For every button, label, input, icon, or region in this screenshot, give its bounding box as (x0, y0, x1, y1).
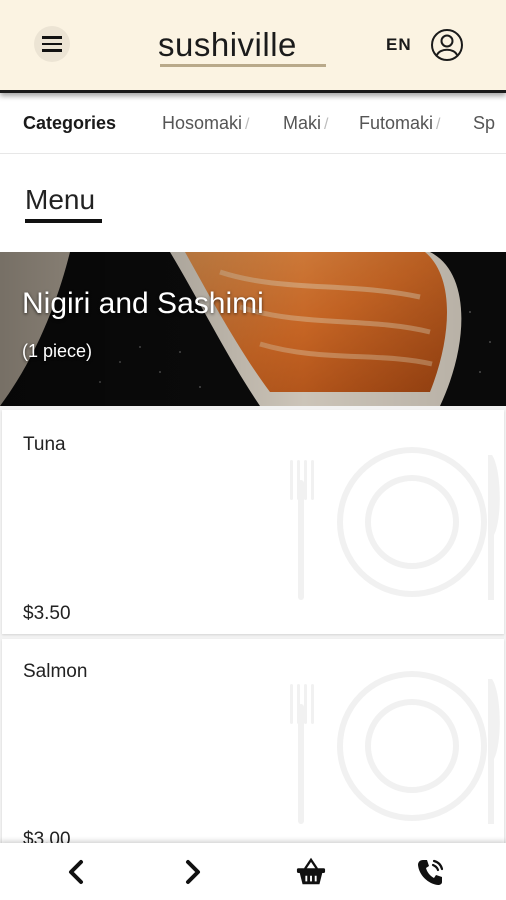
phone-icon (418, 859, 444, 885)
category-futomaki[interactable]: Futomaki / (359, 113, 440, 134)
sushi-banner-image (0, 252, 506, 406)
item-price: $3.00 (23, 829, 71, 843)
menu-item-list: Tuna $3.50 Salmon $3.00 (0, 406, 506, 843)
cart-button[interactable] (296, 857, 326, 887)
menu-heading: Menu (25, 184, 96, 215)
category-bar: Categories Hosomaki / Maki / Futomaki / Sp (0, 95, 506, 154)
category-label: Futomaki (359, 113, 434, 133)
plate-cutlery-icon (290, 447, 500, 600)
logo-underline (160, 64, 326, 67)
user-icon[interactable] (430, 28, 464, 62)
category-specials[interactable]: Sp (473, 113, 495, 134)
bottom-navigation (0, 843, 506, 900)
language-selector[interactable]: EN (386, 35, 412, 55)
category-separator: / (436, 116, 441, 133)
category-separator: / (245, 116, 250, 133)
logo-text: sushiville (158, 26, 297, 63)
category-hosomaki[interactable]: Hosomaki / (162, 113, 249, 134)
section-subtitle: (1 piece) (22, 341, 93, 361)
plate-cutlery-icon (290, 671, 500, 824)
logo[interactable]: sushiville (158, 22, 333, 72)
categories-label: Categories (23, 113, 117, 133)
chevron-left-icon (69, 860, 83, 884)
category-label: Hosomaki (162, 113, 243, 133)
menu-item-card[interactable]: Salmon $3.00 (2, 639, 504, 843)
forward-button[interactable] (178, 857, 208, 887)
menu-button[interactable] (34, 26, 70, 62)
category-label: Sp (473, 113, 496, 133)
category-label: Maki (283, 113, 322, 133)
menu-item-card[interactable]: Tuna $3.50 (2, 410, 504, 634)
back-button[interactable] (61, 857, 91, 887)
chevron-right-icon (186, 860, 200, 884)
category-maki[interactable]: Maki / (283, 113, 328, 134)
call-button[interactable] (416, 857, 446, 887)
item-name: Tuna (23, 434, 66, 455)
section-title: Nigiri and Sashimi (22, 287, 264, 320)
item-name: Salmon (23, 661, 88, 682)
item-price: $3.50 (23, 603, 71, 624)
category-separator: / (324, 116, 329, 133)
section-banner (0, 252, 506, 406)
hamburger-icon (42, 34, 62, 54)
app-header: sushiville EN (0, 0, 506, 93)
menu-heading-underline (25, 219, 102, 223)
basket-icon (296, 857, 326, 885)
